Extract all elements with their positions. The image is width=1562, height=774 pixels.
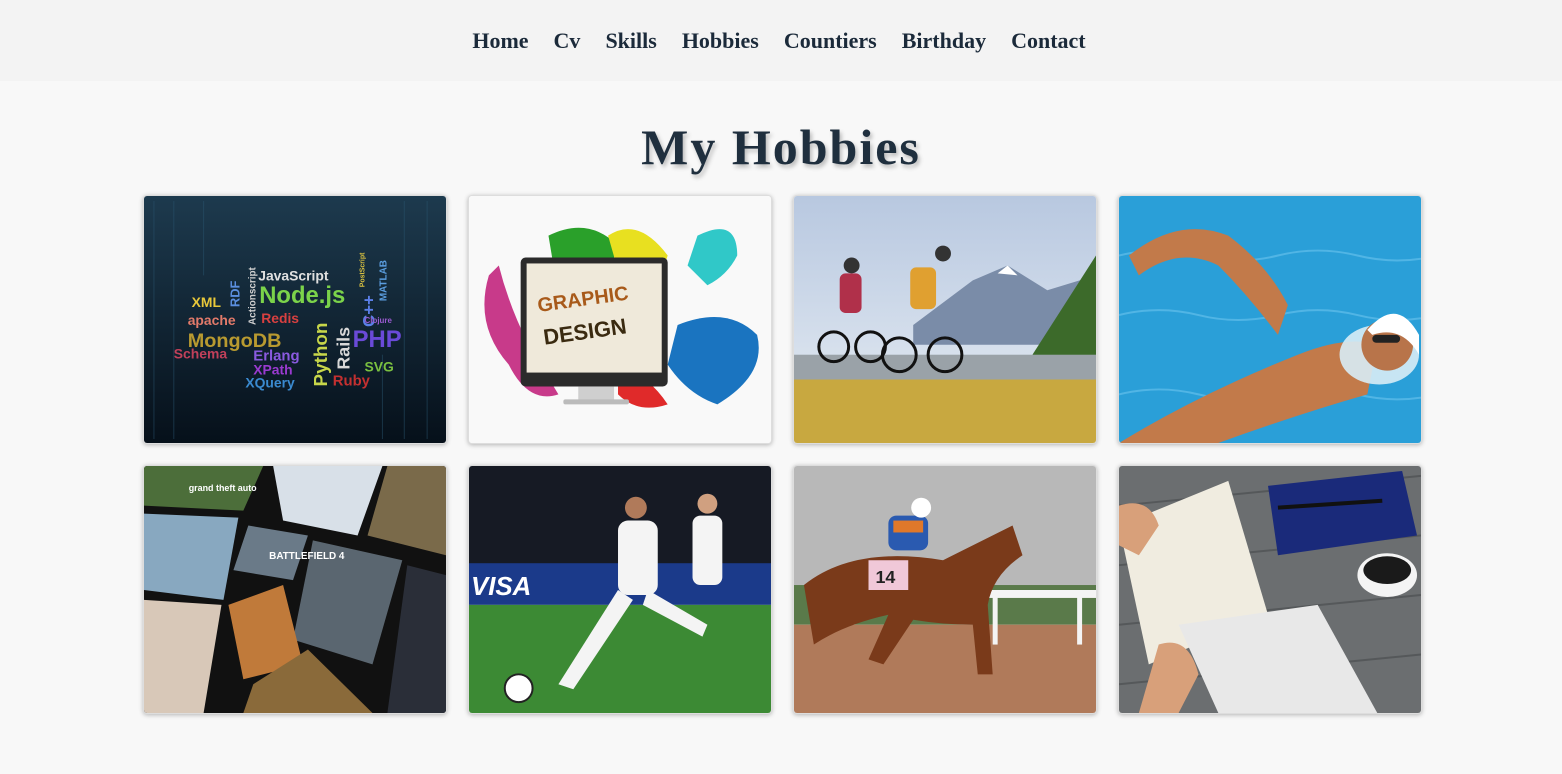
hobby-card-football[interactable]: VISA xyxy=(468,465,772,714)
word-xquery: XQuery xyxy=(245,374,295,390)
top-nav: Home Cv Skills Hobbies Countiers Birthda… xyxy=(0,0,1562,81)
word-matlab: MATLAB xyxy=(378,260,389,301)
horse-racing-image: 14 xyxy=(794,466,1096,713)
hobby-card-swimming[interactable] xyxy=(1118,195,1422,444)
saddle-number: 14 xyxy=(875,567,895,587)
nav-contact-link[interactable]: Contact xyxy=(1011,28,1086,54)
graphic-design-image: GRAPHIC DESIGN xyxy=(469,196,771,443)
word-postscript: PostScript xyxy=(360,252,367,287)
word-javascript: JavaScript xyxy=(258,267,329,283)
nav-hobbies-link[interactable]: Hobbies xyxy=(682,28,759,54)
nav-home-link[interactable]: Home xyxy=(472,28,528,54)
hobby-card-programming[interactable]: JavaScript Node.js XML RDF apache Redis … xyxy=(143,195,447,444)
word-xml: XML xyxy=(192,294,222,310)
gaming-image: grand theft auto BATTLEFIELD 4 xyxy=(144,466,446,713)
nav-countries-link[interactable]: Countiers xyxy=(784,28,877,54)
gta-logo-text: grand theft auto xyxy=(189,483,257,493)
hobbies-gallery: JavaScript Node.js XML RDF apache Redis … xyxy=(143,195,1422,714)
word-rdf: RDF xyxy=(227,281,242,308)
word-ruby: Ruby xyxy=(333,373,371,389)
reading-image xyxy=(1119,466,1421,713)
word-php: PHP xyxy=(353,326,402,353)
football-image: VISA xyxy=(469,466,771,713)
battlefield-logo-text: BATTLEFIELD 4 xyxy=(269,551,345,562)
hobby-card-horse-racing[interactable]: 14 xyxy=(793,465,1097,714)
word-rails: Rails xyxy=(334,327,354,370)
word-nodejs: Node.js xyxy=(259,282,345,309)
word-python: Python xyxy=(310,323,331,387)
word-schema: Schema xyxy=(174,346,228,362)
page-title: My Hobbies xyxy=(641,119,921,175)
word-actionscript: Actionscript xyxy=(247,267,258,325)
nav-skills-link[interactable]: Skills xyxy=(605,28,656,54)
programming-image: JavaScript Node.js XML RDF apache Redis … xyxy=(144,196,446,443)
visa-ad-text: VISA xyxy=(471,573,531,601)
word-apache: apache xyxy=(188,312,236,328)
hobby-card-graphic-design[interactable]: GRAPHIC DESIGN xyxy=(468,195,772,444)
cycling-image xyxy=(794,196,1096,443)
hobby-card-cycling[interactable] xyxy=(793,195,1097,444)
word-redis: Redis xyxy=(261,310,299,326)
word-svg: SVG xyxy=(365,359,394,375)
swimming-image xyxy=(1119,196,1421,443)
word-clojure: Clojure xyxy=(365,316,393,325)
nav-birthday-link[interactable]: Birthday xyxy=(902,28,986,54)
nav-cv-link[interactable]: Cv xyxy=(554,28,581,54)
hobby-card-gaming[interactable]: grand theft auto BATTLEFIELD 4 xyxy=(143,465,447,714)
hobby-card-reading[interactable] xyxy=(1118,465,1422,714)
